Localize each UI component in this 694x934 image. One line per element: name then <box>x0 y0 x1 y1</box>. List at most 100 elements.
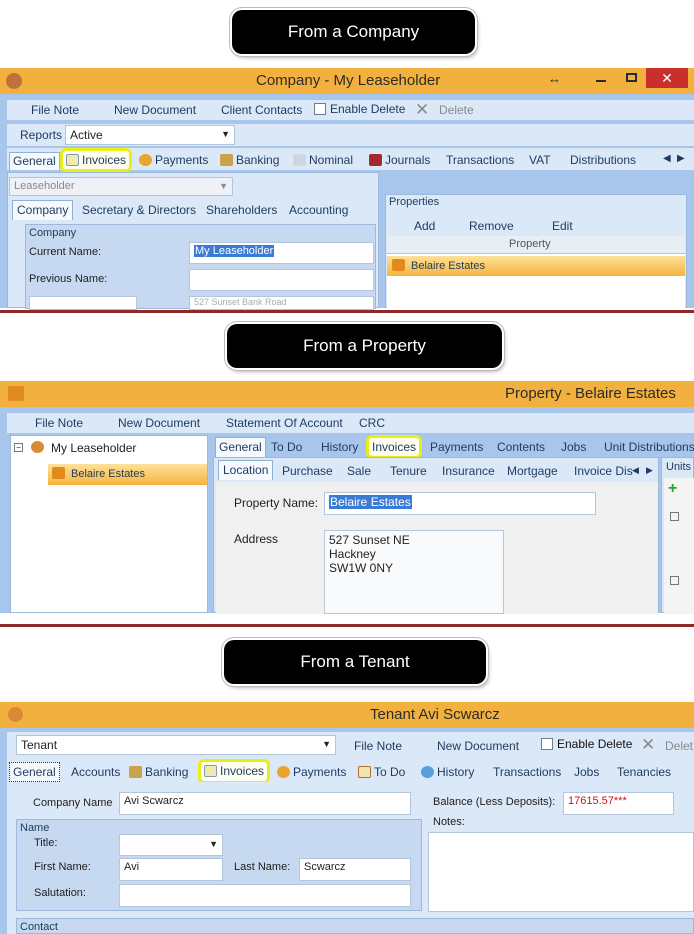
salutation-input[interactable] <box>119 884 411 907</box>
tab-jobs[interactable]: Jobs <box>574 765 599 779</box>
tab-banking[interactable]: Banking <box>220 153 279 167</box>
tab-general[interactable]: General <box>9 762 60 782</box>
address-line-2: Hackney <box>329 547 376 561</box>
tab-jobs[interactable]: Jobs <box>561 440 586 454</box>
tab-banking[interactable]: Banking <box>129 765 188 779</box>
subtab-invoice-distributions[interactable]: Invoice Dis <box>574 464 633 478</box>
tab-unit-distributions[interactable]: Unit Distributions <box>604 440 694 454</box>
new-document-button[interactable]: New Document <box>118 416 200 430</box>
tree-root-label[interactable]: My Leaseholder <box>51 441 136 455</box>
crc-button[interactable]: CRC <box>359 416 385 430</box>
subtab-company[interactable]: Company <box>12 200 74 220</box>
property-row[interactable]: Belaire Estates <box>387 256 685 276</box>
tab-payments[interactable]: Payments <box>277 765 346 779</box>
first-name-label: First Name: <box>34 861 91 873</box>
enable-delete-checkbox[interactable]: Enable Delete <box>314 102 405 116</box>
name-group-title: Name <box>20 822 50 834</box>
subtab-tenure[interactable]: Tenure <box>390 464 427 478</box>
tab-history[interactable]: History <box>421 765 474 779</box>
statement-of-account-button[interactable]: Statement Of Account <box>226 416 343 430</box>
tab-payments[interactable]: Payments <box>139 153 208 167</box>
tab-history[interactable]: History <box>321 440 358 454</box>
file-note-button[interactable]: File Note <box>354 739 402 753</box>
tab-tenancies[interactable]: Tenancies <box>617 765 671 779</box>
properties-remove-button[interactable]: Remove <box>469 219 514 233</box>
property-name-value: Belaire Estates <box>329 495 412 509</box>
tree-collapse-icon[interactable]: − <box>14 443 23 452</box>
tab-vat[interactable]: VAT <box>529 153 551 167</box>
subtab-secretary-directors[interactable]: Secretary & Directors <box>82 203 196 217</box>
tab-nominal[interactable]: Nominal <box>293 153 353 167</box>
tab-to-do[interactable]: To Do <box>271 440 302 454</box>
company-name-input[interactable]: Avi Scwarcz <box>119 792 411 815</box>
subtab-sale[interactable]: Sale <box>347 464 371 478</box>
close-icon[interactable]: ✕ <box>646 68 688 88</box>
property-tree: − My Leaseholder Belaire Estates <box>10 435 208 613</box>
previous-name-input[interactable] <box>189 269 374 291</box>
reports-select[interactable]: Active ▼ <box>65 125 235 145</box>
subtab-insurance[interactable]: Insurance <box>442 464 495 478</box>
first-name-input[interactable]: Avi <box>119 858 223 881</box>
client-contacts-button[interactable]: Client Contacts <box>221 103 302 117</box>
address-line-1: 527 Sunset NE <box>329 533 410 547</box>
nominal-icon <box>293 154 306 166</box>
tree-child-row[interactable]: Belaire Estates <box>48 464 207 485</box>
subtab-accounting[interactable]: Accounting <box>289 203 348 217</box>
file-note-button[interactable]: File Note <box>31 103 79 117</box>
tenant-titlebar: Tenant Avi Scwarcz <box>0 702 694 728</box>
tab-scroll-right-icon[interactable]: ▶ <box>677 153 685 164</box>
tab-invoices[interactable]: Invoices <box>60 148 133 172</box>
address-input[interactable]: 527 Sunset Bank Road <box>189 296 374 310</box>
address-textarea[interactable]: 527 Sunset NE Hackney SW1W 0NY <box>324 530 504 614</box>
tab-contents[interactable]: Contents <box>497 440 545 454</box>
title-label: Title: <box>34 837 58 849</box>
tab-accounts[interactable]: Accounts <box>71 765 120 779</box>
tab-journals[interactable]: Journals <box>369 153 430 167</box>
chevron-down-icon: ▼ <box>209 839 218 849</box>
new-document-button[interactable]: New Document <box>114 103 196 117</box>
subtab-mortgage[interactable]: Mortgage <box>507 464 558 478</box>
delete-button[interactable]: Delet <box>665 739 693 753</box>
subtab-scroll-right-icon[interactable]: ▶ <box>646 465 653 476</box>
tenant-type-select[interactable]: Tenant ▼ <box>16 735 336 755</box>
minimize-icon[interactable] <box>596 80 606 82</box>
tab-transactions[interactable]: Transactions <box>446 153 514 167</box>
salutation-label: Salutation: <box>34 887 86 899</box>
delete-button[interactable]: Delete <box>439 103 474 117</box>
tab-general[interactable]: General <box>215 437 266 457</box>
property-name-input[interactable]: Belaire Estates <box>324 492 596 515</box>
notes-textarea[interactable] <box>428 832 694 912</box>
company-name-value: Avi Scwarcz <box>124 795 184 807</box>
tab-to-do[interactable]: To Do <box>358 765 405 779</box>
enable-delete-checkbox[interactable]: Enable Delete <box>541 737 632 751</box>
company-type-select[interactable]: Leaseholder ▼ <box>9 177 233 196</box>
tab-invoices[interactable]: Invoices <box>198 759 271 784</box>
subtab-location[interactable]: Location <box>218 460 274 480</box>
tab-transactions[interactable]: Transactions <box>493 765 561 779</box>
tab-payments[interactable]: Payments <box>430 440 483 454</box>
units-collapse-icon[interactable] <box>670 512 679 521</box>
title-select[interactable]: ▼ <box>119 834 223 856</box>
tab-nominal-label: Nominal <box>309 153 354 167</box>
tab-general[interactable]: General <box>9 152 60 170</box>
tab-invoices[interactable]: Invoices <box>366 435 423 459</box>
last-name-input[interactable]: Scwarcz <box>299 858 411 881</box>
subtab-purchase[interactable]: Purchase <box>282 464 333 478</box>
add-unit-icon[interactable]: + <box>668 481 677 497</box>
tab-distributions[interactable]: Distributions <box>570 153 636 167</box>
maximize-icon[interactable] <box>626 73 637 82</box>
units-collapse-icon-2[interactable] <box>670 576 679 585</box>
file-note-button[interactable]: File Note <box>35 416 83 430</box>
subtab-shareholders[interactable]: Shareholders <box>206 203 277 217</box>
tab-scroll-left-icon[interactable]: ◀ <box>663 153 671 164</box>
property-titlebar: Property - Belaire Estates <box>0 381 694 407</box>
new-document-button[interactable]: New Document <box>437 739 519 753</box>
properties-edit-button[interactable]: Edit <box>552 219 573 233</box>
properties-add-button[interactable]: Add <box>414 219 435 233</box>
subtab-scroll-left-icon[interactable]: ◀ <box>632 465 639 476</box>
current-name-input[interactable]: My Leaseholder <box>189 242 374 264</box>
address-type-select[interactable] <box>29 296 137 310</box>
resize-icon[interactable]: ↔ <box>548 71 561 86</box>
reports-value: Active <box>70 128 103 142</box>
property-column-header[interactable]: Property <box>509 238 551 250</box>
